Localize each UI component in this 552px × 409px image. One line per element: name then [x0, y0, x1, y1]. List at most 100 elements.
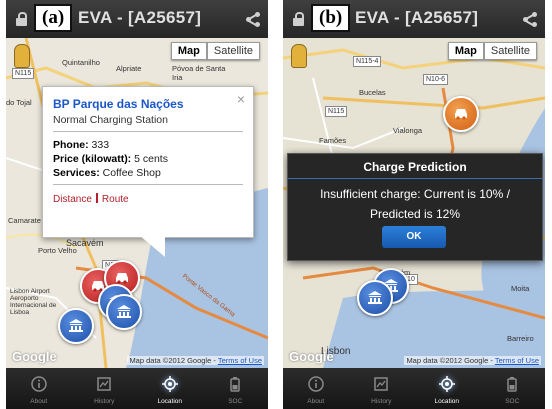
- map-type-toggle[interactable]: Map Satellite: [170, 42, 260, 60]
- screenshot-panel-a: EVA - [A25657] (a) Map Satellite N115 N1…: [6, 0, 268, 409]
- road-label: N115-4: [353, 56, 382, 67]
- location-icon: [438, 376, 455, 392]
- nav-label: Location: [434, 398, 460, 405]
- map-button[interactable]: Map: [170, 42, 207, 60]
- road-label: N10-6: [423, 74, 449, 85]
- link-separator: [95, 193, 98, 203]
- close-icon[interactable]: ×: [237, 91, 245, 107]
- terms-link[interactable]: Terms of Use: [495, 356, 539, 365]
- satellite-button[interactable]: Satellite: [483, 42, 537, 60]
- charging-station-marker[interactable]: [106, 294, 142, 330]
- share-icon[interactable]: [523, 12, 537, 27]
- nav-item-about[interactable]: About: [283, 368, 349, 409]
- nav-item-location[interactable]: Location: [137, 368, 203, 409]
- place-label: Sacavém: [66, 238, 104, 248]
- map-data-text: Map data ©2012 Google -: [129, 356, 218, 365]
- car-icon: [455, 109, 467, 120]
- nav-item-soc[interactable]: SOC: [480, 368, 546, 409]
- road-label: N115: [12, 68, 35, 79]
- map-button[interactable]: Map: [447, 42, 484, 60]
- info-icon: [31, 376, 47, 392]
- place-label: Vialonga: [393, 126, 423, 135]
- price-label: Price (kilowatt):: [53, 153, 132, 165]
- lock-icon: [16, 12, 27, 26]
- place-label: Póvoa de Santa Iria: [172, 64, 226, 82]
- price-row: Price (kilowatt): 5 cents: [53, 153, 168, 165]
- place-label: Quintanilho: [62, 58, 100, 67]
- phone-value: 333: [91, 139, 110, 151]
- nav-item-about[interactable]: About: [6, 368, 72, 409]
- charge-prediction-dialog: Charge Prediction Insufficient charge: C…: [287, 153, 543, 261]
- place-label: Camarate: [8, 216, 41, 225]
- history-icon: [374, 377, 388, 391]
- vehicle-marker[interactable]: [443, 96, 479, 132]
- road-label: N115: [325, 106, 348, 117]
- services-row: Services: Coffee Shop: [53, 167, 161, 179]
- map-type-toggle[interactable]: Map Satellite: [447, 42, 537, 60]
- divider: [53, 131, 243, 132]
- services-value: Coffee Shop: [102, 167, 161, 179]
- station-icon: [69, 319, 83, 332]
- google-logo: Google: [12, 349, 57, 364]
- map-data-text: Map data ©2012 Google -: [406, 356, 495, 365]
- share-icon[interactable]: [246, 12, 260, 27]
- station-info-popup: × BP Parque das Nações Normal Charging S…: [42, 86, 254, 257]
- nav-label: History: [94, 398, 115, 405]
- dialog-message: Insufficient charge: Current is 10% / Pr…: [320, 187, 510, 221]
- phone-label: Phone:: [53, 139, 89, 151]
- pegman-icon[interactable]: [291, 44, 307, 68]
- services-label: Services:: [53, 167, 100, 179]
- battery-icon: [230, 377, 240, 392]
- place-label: Lisbon Airport Aeroporto Internacional d…: [10, 288, 57, 316]
- charging-station-marker[interactable]: [357, 280, 393, 316]
- location-icon: [161, 376, 178, 392]
- place-label: Barreiro: [507, 334, 534, 343]
- price-value: 5 cents: [134, 153, 168, 165]
- popup-tail: [139, 235, 165, 257]
- map-view[interactable]: Map Satellite N115 N10 Quintanilho Alpri…: [6, 38, 268, 368]
- dialog-divider: [288, 178, 542, 179]
- battery-icon: [507, 377, 517, 392]
- pegman-icon[interactable]: [14, 44, 30, 68]
- ok-button[interactable]: OK: [382, 226, 446, 248]
- map-attribution: Map data ©2012 Google - Terms of Use: [127, 356, 264, 365]
- nav-item-soc[interactable]: SOC: [203, 368, 269, 409]
- bottom-nav: About History Location SOC: [283, 368, 545, 409]
- terms-link[interactable]: Terms of Use: [218, 356, 262, 365]
- nav-item-location[interactable]: Location: [414, 368, 480, 409]
- nav-item-history[interactable]: History: [72, 368, 138, 409]
- station-name: BP Parque das Nações: [53, 97, 184, 111]
- app-title: EVA - [A25657]: [355, 8, 479, 27]
- app-title: EVA - [A25657]: [78, 8, 202, 27]
- panel-label: (b): [311, 4, 351, 32]
- map-view[interactable]: Map Satellite N115-4 N10-6 N115 N10 Buce…: [283, 38, 545, 368]
- nav-label: Location: [157, 398, 183, 405]
- phone-row: Phone: 333: [53, 139, 109, 151]
- nav-label: SOC: [228, 398, 243, 405]
- nav-label: SOC: [505, 398, 520, 405]
- map-attribution: Map data ©2012 Google - Terms of Use: [404, 356, 541, 365]
- popup-links: Distance Route: [53, 193, 129, 205]
- route-link[interactable]: Route: [102, 194, 129, 205]
- panel-label: (a): [34, 4, 73, 32]
- station-type: Normal Charging Station: [53, 114, 168, 126]
- place-label: Moita: [511, 284, 530, 293]
- satellite-button[interactable]: Satellite: [206, 42, 260, 60]
- charging-station-marker[interactable]: [58, 308, 94, 344]
- divider: [53, 184, 243, 185]
- place-label: Bucelas: [359, 88, 386, 97]
- distance-link[interactable]: Distance: [53, 194, 92, 205]
- place-label: Alpriate: [116, 64, 142, 73]
- nav-label: About: [307, 398, 325, 405]
- nav-item-history[interactable]: History: [349, 368, 415, 409]
- nav-label: About: [30, 398, 48, 405]
- bottom-nav: About History Location SOC: [6, 368, 268, 409]
- lock-icon: [293, 12, 304, 26]
- history-icon: [97, 377, 111, 391]
- nav-label: History: [371, 398, 392, 405]
- google-logo: Google: [289, 349, 334, 364]
- station-icon: [368, 291, 382, 304]
- place-label: do Tojal: [6, 98, 32, 107]
- station-icon: [117, 305, 131, 318]
- dialog-title: Charge Prediction: [363, 160, 467, 174]
